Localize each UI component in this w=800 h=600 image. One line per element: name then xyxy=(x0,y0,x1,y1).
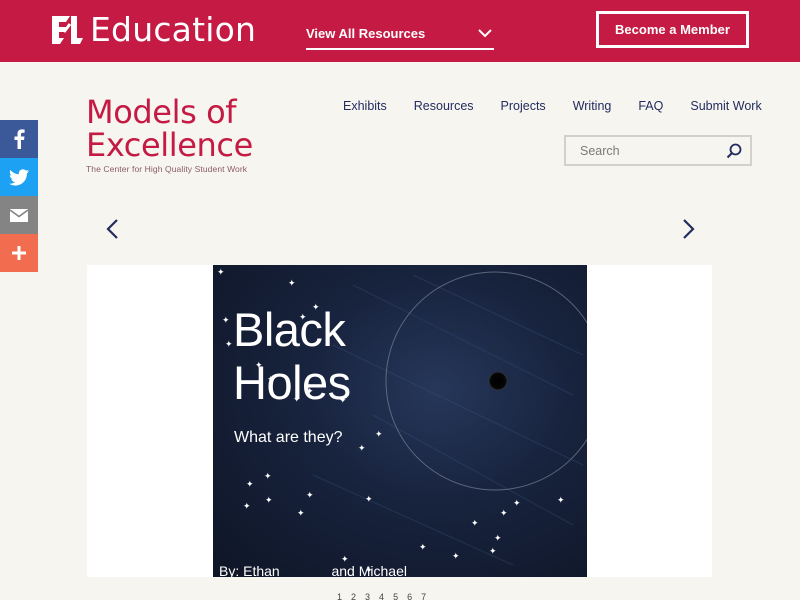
byline-left: By: Ethan xyxy=(219,563,280,577)
slide-byline: By: Ethan and Michael xyxy=(219,563,407,577)
logo-line-2: Excellence xyxy=(86,126,253,164)
slide-subtitle: What are they? xyxy=(234,429,343,446)
social-share-bar xyxy=(0,120,38,272)
twitter-share-button[interactable] xyxy=(0,158,38,196)
chevron-down-icon xyxy=(478,28,492,37)
pager-item[interactable]: 6 xyxy=(407,592,412,600)
nav-writing[interactable]: Writing xyxy=(573,99,612,113)
el-education-logo[interactable]: Education xyxy=(50,12,256,48)
svg-text:✦: ✦ xyxy=(306,490,314,500)
nav-exhibits[interactable]: Exhibits xyxy=(343,99,387,113)
models-of-excellence-logo[interactable]: Models of Excellence The Center for High… xyxy=(86,93,286,175)
svg-text:✦: ✦ xyxy=(452,551,460,561)
search-input[interactable] xyxy=(566,143,716,158)
twitter-icon xyxy=(9,168,29,185)
svg-text:✦: ✦ xyxy=(222,315,230,325)
nav-resources[interactable]: Resources xyxy=(414,99,474,113)
search-box xyxy=(564,135,752,166)
svg-text:✦: ✦ xyxy=(419,542,427,552)
slide-title-line-2: Holes xyxy=(233,356,351,409)
plus-icon xyxy=(12,246,26,260)
svg-text:✦: ✦ xyxy=(265,495,273,505)
pager-item[interactable]: 7 xyxy=(421,592,426,600)
el-logo-icon xyxy=(52,16,83,44)
pager-item[interactable]: 4 xyxy=(379,592,384,600)
more-share-button[interactable] xyxy=(0,234,38,272)
svg-text:✦: ✦ xyxy=(264,471,272,481)
facebook-share-button[interactable] xyxy=(0,120,38,158)
chevron-right-icon[interactable] xyxy=(678,218,698,240)
email-share-button[interactable] xyxy=(0,196,38,234)
carousel-slide[interactable]: ✦ ✦ ✦ ✦ ✦ ✦ ✦ ✦ ✦ ✦ ✦ ✦ ✦ ✦ ✦ ✦ ✦ ✦ ✦ ✦ … xyxy=(213,265,587,577)
svg-text:✦: ✦ xyxy=(288,278,296,288)
svg-text:✦: ✦ xyxy=(225,339,233,349)
facebook-icon xyxy=(14,129,25,149)
svg-text:✦: ✦ xyxy=(217,267,225,277)
svg-text:✦: ✦ xyxy=(489,546,497,556)
svg-text:✦: ✦ xyxy=(375,429,383,439)
chevron-left-icon[interactable] xyxy=(103,218,123,240)
search-icon[interactable] xyxy=(726,143,742,159)
view-all-resources-dropdown[interactable]: View All Resources xyxy=(306,20,494,50)
pager-item[interactable]: 2 xyxy=(351,592,356,600)
pager-item[interactable]: 5 xyxy=(393,592,398,600)
nav-projects[interactable]: Projects xyxy=(501,99,546,113)
nav-faq[interactable]: FAQ xyxy=(638,99,663,113)
slide-title-line-1: Black xyxy=(233,303,346,356)
black-hole xyxy=(488,371,508,391)
svg-text:✦: ✦ xyxy=(297,508,305,518)
nav-submit-work[interactable]: Submit Work xyxy=(690,99,761,113)
svg-text:✦: ✦ xyxy=(358,443,366,453)
top-bar: Education View All Resources Become a Me… xyxy=(0,0,800,62)
svg-text:✦: ✦ xyxy=(513,498,521,508)
svg-text:✦: ✦ xyxy=(494,533,502,543)
pager-item[interactable]: 3 xyxy=(365,592,370,600)
svg-text:✦: ✦ xyxy=(500,508,508,518)
svg-text:✦: ✦ xyxy=(557,495,565,505)
brand-text: Education xyxy=(90,10,257,49)
pager-item[interactable]: 1 xyxy=(337,592,342,600)
svg-text:✦: ✦ xyxy=(365,494,373,504)
svg-text:✦: ✦ xyxy=(471,518,479,528)
main-nav: Exhibits Resources Projects Writing FAQ … xyxy=(343,99,762,113)
logo-line-1: Models of xyxy=(86,93,237,131)
logo-tagline: The Center for High Quality Student Work xyxy=(86,164,248,174)
svg-text:✦: ✦ xyxy=(243,501,251,511)
resources-dropdown-label: View All Resources xyxy=(306,25,426,41)
byline-right: and Michael xyxy=(331,563,407,577)
svg-text:✦: ✦ xyxy=(246,479,254,489)
carousel-pager: 1 2 3 4 5 6 7 xyxy=(337,592,426,600)
email-icon xyxy=(10,208,28,222)
become-member-button[interactable]: Become a Member xyxy=(596,11,749,48)
slide-title: Black Holes xyxy=(233,303,351,409)
